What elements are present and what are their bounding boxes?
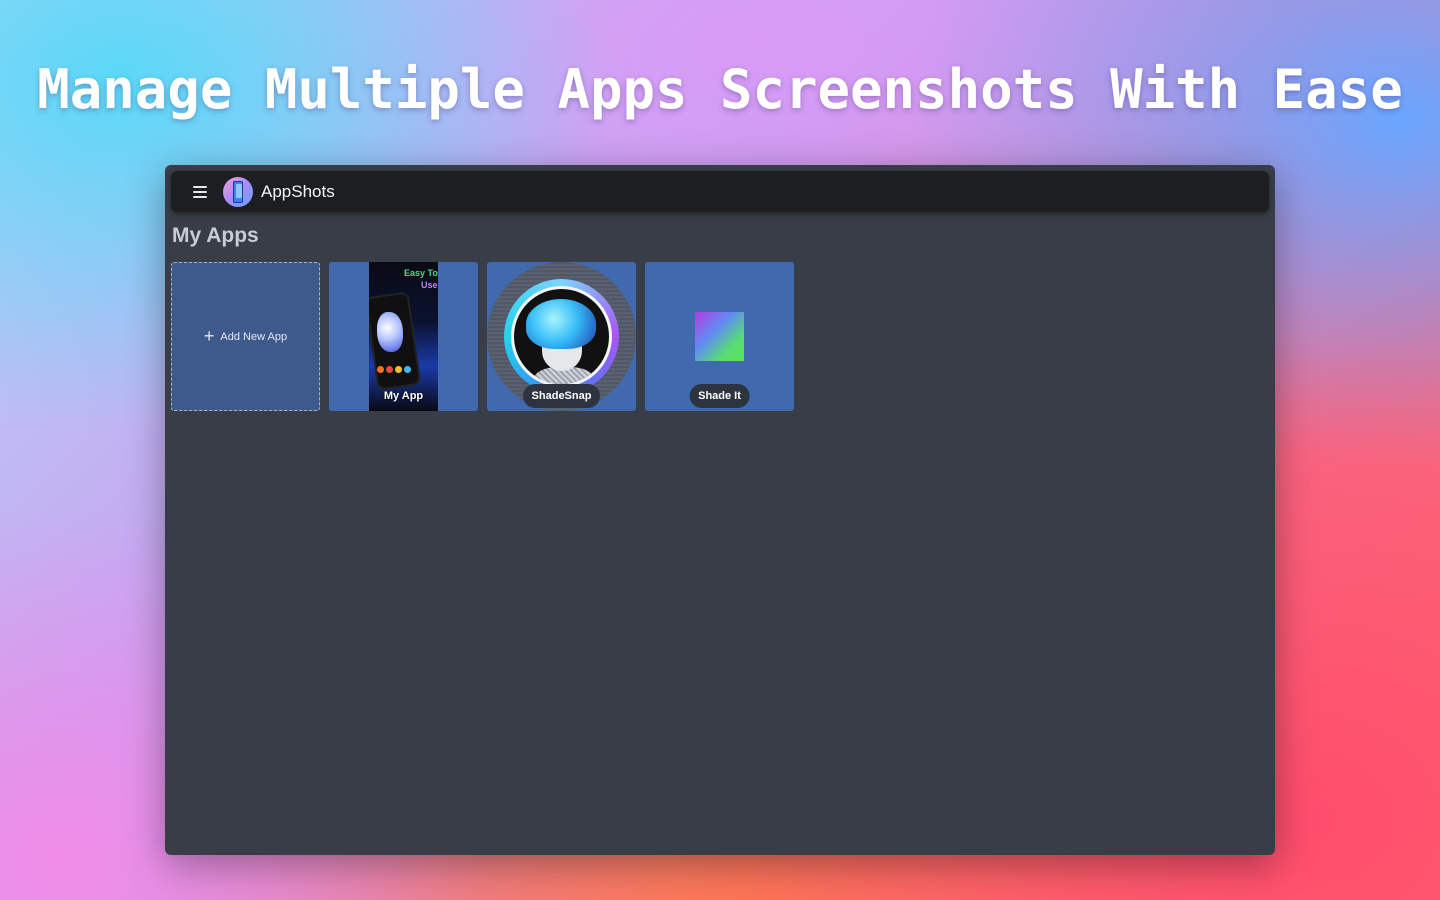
- app-thumbnail: Easy To Use: [369, 262, 438, 411]
- app-bar: AppShots: [171, 171, 1269, 212]
- app-title: AppShots: [261, 181, 335, 201]
- app-name-label: My App: [383, 390, 424, 402]
- hamburger-menu-icon[interactable]: [189, 181, 211, 203]
- app-name-label: ShadeSnap: [522, 384, 601, 408]
- section-title: My Apps: [172, 224, 259, 247]
- app-card-shade-it[interactable]: Shade It: [645, 262, 794, 411]
- thumbnail-text: Use: [421, 280, 438, 290]
- thumbnail-text: Easy To: [404, 268, 438, 278]
- app-card-my-app[interactable]: Easy To Use My App: [329, 262, 478, 411]
- add-new-app-button[interactable]: + Add New App: [171, 262, 320, 411]
- promo-headline: Manage Multiple Apps Screenshots With Ea…: [37, 58, 1403, 121]
- apps-grid: + Add New App Easy To Use My App ShadeSn…: [171, 262, 794, 411]
- gradient-app-icon: [695, 312, 744, 361]
- appshots-logo-icon: [223, 176, 253, 207]
- add-new-app-label: Add New App: [220, 330, 288, 343]
- app-window: AppShots My Apps + Add New App Easy To U…: [165, 165, 1275, 855]
- app-card-shadesnap[interactable]: ShadeSnap: [487, 262, 636, 411]
- plus-icon: +: [203, 326, 215, 346]
- app-name-label: Shade It: [689, 384, 750, 408]
